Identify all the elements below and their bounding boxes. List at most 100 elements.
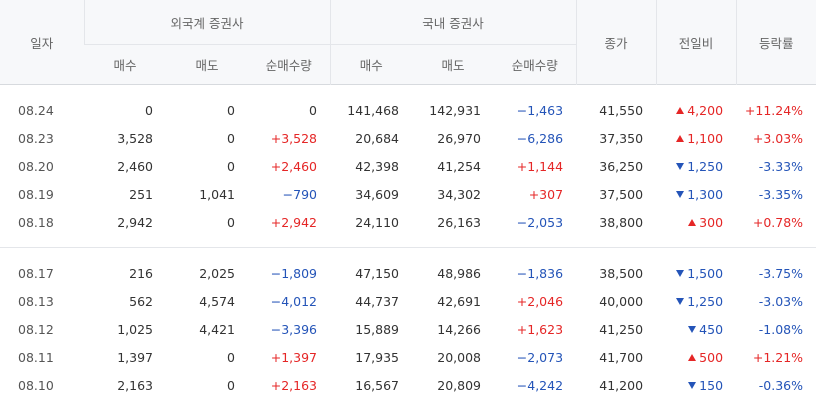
table-row: 08.19 251 1,041 −790 34,609 34,302 +307 37,500 1…: [0, 180, 816, 208]
cell-change: 300: [656, 208, 736, 236]
cell-close: 38,500: [599, 265, 644, 281]
cell-domestic-sell: 26,970: [437, 130, 481, 146]
cell-close: 40,000: [599, 293, 644, 309]
table-row: 08.20 2,460 0 +2,460 42,398 41,254 +1,144 36,25…: [0, 152, 816, 180]
cell-rate: -3.35%: [758, 186, 804, 202]
table-row: 08.10 2,163 0 +2,163 16,567 20,809 −4,242 41,20…: [0, 371, 816, 399]
change-value: 500: [699, 349, 724, 365]
cell-date: 08.17: [18, 265, 54, 281]
cell-foreign-net: −3,396: [270, 321, 317, 337]
cell-domestic-net: +307: [528, 186, 564, 202]
cell-domestic-net: −1,836: [516, 265, 564, 281]
table-body: 08.24 0 0 0 141,468 142,931 −1,463 41,550 4,200 +…: [0, 85, 816, 400]
col-foreign-sell: 매도: [166, 44, 248, 85]
cell-domestic-buy: 20,684: [355, 130, 399, 146]
cell-change: 4,200: [656, 96, 736, 124]
cell-foreign-buy: 2,460: [117, 158, 153, 174]
cell-foreign-buy: 1,025: [117, 321, 153, 337]
table-header: 일자 외국계 증권사 국내 증권사 종가 전일비 등락률 매수 매도 순매수량 …: [0, 0, 816, 85]
change-value: 450: [699, 321, 724, 337]
cell-date: 08.18: [18, 214, 54, 230]
col-foreign-net: 순매수량: [248, 44, 330, 85]
cell-foreign-net: −790: [282, 186, 317, 202]
change-value: 150: [699, 377, 724, 393]
cell-foreign-buy: 251: [129, 186, 153, 202]
cell-domestic-sell: 20,809: [437, 377, 481, 393]
triangle-down-icon: [676, 190, 685, 198]
cell-foreign-sell: 0: [227, 377, 235, 393]
cell-foreign-net: −1,809: [270, 265, 317, 281]
cell-close: 38,800: [599, 214, 644, 230]
cell-foreign-sell: 0: [227, 158, 235, 174]
triangle-down-icon: [676, 297, 685, 305]
cell-domestic-net: +1,144: [516, 158, 564, 174]
row-spacer: [0, 248, 816, 260]
triangle-up-icon: [676, 106, 685, 114]
cell-close: 41,550: [599, 102, 644, 118]
cell-domestic-buy: 47,150: [355, 265, 399, 281]
change-value: 4,200: [687, 102, 724, 118]
cell-domestic-sell: 48,986: [437, 265, 481, 281]
table-row: 08.13 562 4,574 −4,012 44,737 42,691 +2,046 40,…: [0, 287, 816, 315]
col-change: 전일비: [655, 0, 737, 85]
col-domestic-buy: 매수: [329, 44, 412, 85]
cell-date: 08.20: [18, 158, 54, 174]
cell-date: 08.13: [18, 293, 54, 309]
cell-date: 08.19: [18, 186, 54, 202]
cell-foreign-sell: 0: [227, 214, 235, 230]
change-value: 1,100: [687, 130, 724, 146]
change-value: 1,250: [687, 293, 724, 309]
table-row: 08.11 1,397 0 +1,397 17,935 20,008 −2,073 41,70…: [0, 343, 816, 371]
cell-domestic-net: −6,286: [516, 130, 564, 146]
table-row: 08.23 3,528 0 +3,528 20,684 26,970 −6,286 37,35…: [0, 124, 816, 152]
cell-date: 08.11: [18, 349, 54, 365]
cell-rate: +0.78%: [752, 214, 804, 230]
cell-rate: +3.03%: [752, 130, 804, 146]
cell-domestic-buy: 24,110: [355, 214, 399, 230]
cell-close: 41,200: [599, 377, 644, 393]
cell-domestic-sell: 142,931: [429, 102, 481, 118]
cell-foreign-net: +2,460: [270, 158, 317, 174]
cell-change: 1,250: [656, 152, 736, 180]
cell-foreign-buy: 0: [145, 102, 153, 118]
cell-domestic-buy: 15,889: [355, 321, 399, 337]
cell-change: 450: [656, 315, 736, 343]
cell-domestic-buy: 17,935: [355, 349, 399, 365]
cell-domestic-sell: 34,302: [437, 186, 481, 202]
cell-foreign-buy: 562: [129, 293, 153, 309]
col-date: 일자: [0, 0, 84, 85]
cell-domestic-net: +1,623: [516, 321, 564, 337]
triangle-down-icon: [676, 269, 685, 277]
triangle-up-icon: [676, 134, 685, 142]
cell-domestic-net: −4,242: [516, 377, 564, 393]
cell-date: 08.12: [18, 321, 54, 337]
cell-foreign-net: +2,942: [270, 214, 317, 230]
cell-foreign-sell: 4,574: [199, 293, 235, 309]
cell-foreign-buy: 1,397: [117, 349, 153, 365]
cell-foreign-sell: 4,421: [199, 321, 235, 337]
cell-foreign-net: +3,528: [270, 130, 317, 146]
cell-foreign-buy: 2,163: [117, 377, 153, 393]
col-close: 종가: [575, 0, 657, 85]
cell-domestic-net: −2,073: [516, 349, 564, 365]
cell-foreign-buy: 2,942: [117, 214, 153, 230]
cell-foreign-net: −4,012: [270, 293, 317, 309]
cell-domestic-buy: 141,468: [347, 102, 399, 118]
triangle-up-icon: [688, 353, 697, 361]
cell-domestic-buy: 34,609: [355, 186, 399, 202]
cell-close: 36,250: [599, 158, 644, 174]
table-row: 08.12 1,025 4,421 −3,396 15,889 14,266 +1,623 4…: [0, 315, 816, 343]
cell-domestic-sell: 42,691: [437, 293, 481, 309]
table-row: 08.18 2,942 0 +2,942 24,110 26,163 −2,053 38,80…: [0, 208, 816, 236]
cell-rate: -1.08%: [758, 321, 804, 337]
cell-rate: -3.03%: [758, 293, 804, 309]
col-rate: 등락률: [735, 0, 816, 85]
cell-rate: -3.75%: [758, 265, 804, 281]
cell-foreign-net: +2,163: [270, 377, 317, 393]
cell-foreign-buy: 216: [129, 265, 153, 281]
cell-change: 1,300: [656, 180, 736, 208]
cell-domestic-net: +2,046: [516, 293, 564, 309]
change-value: 1,300: [687, 186, 724, 202]
cell-change: 1,500: [656, 259, 736, 287]
cell-domestic-buy: 42,398: [355, 158, 399, 174]
